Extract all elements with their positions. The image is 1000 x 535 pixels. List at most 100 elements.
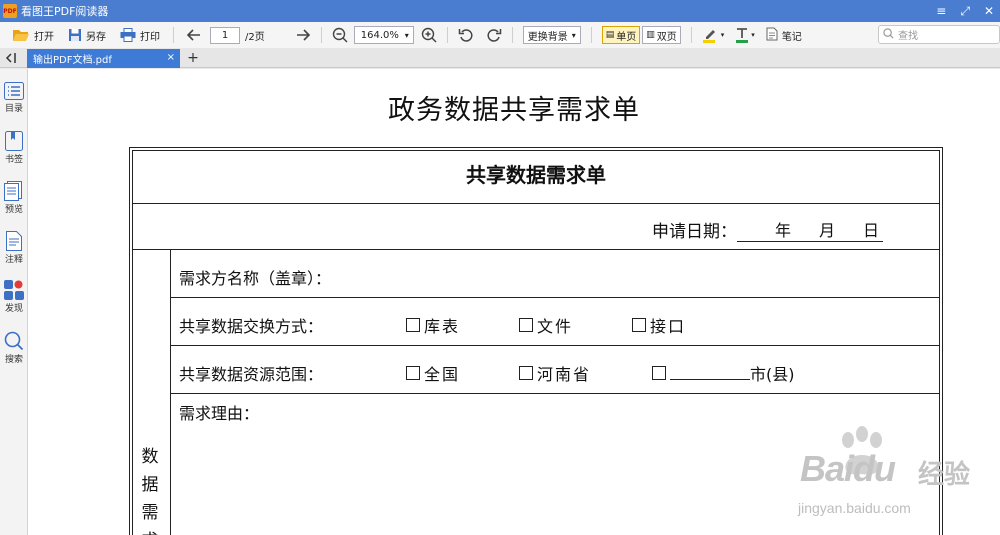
print-button[interactable]: 打印	[117, 24, 163, 46]
sidebar-item-bookmarks[interactable]: 书签	[0, 131, 28, 171]
exchange-option-file[interactable]: 文件	[519, 313, 573, 337]
city-blank[interactable]	[670, 366, 750, 380]
fullscreen-icon[interactable]: ⤢	[960, 4, 970, 19]
side-label-char: 求	[134, 527, 166, 535]
toolbar-divider	[173, 27, 174, 43]
sidebar-item-annotations[interactable]: 注释	[0, 231, 28, 271]
checkbox[interactable]	[406, 366, 420, 380]
scope-option-henan[interactable]: 河南省	[519, 361, 591, 385]
sidebar-item-search[interactable]: 搜索	[0, 331, 28, 371]
document-viewer[interactable]: 政务数据共享需求单 共享数据需求单 申请日期： 年 月 日 需求方名称（盖章）： 共享…	[28, 69, 1000, 535]
highlight-icon[interactable]	[702, 27, 720, 43]
rotate-right-icon[interactable]	[486, 27, 502, 43]
menu-icon[interactable]: ≡	[936, 4, 946, 18]
double-page-label: 双页	[656, 31, 677, 43]
search-input[interactable]: 查找	[878, 25, 1000, 44]
close-tab-icon[interactable]: ×	[167, 52, 175, 63]
annotation-icon	[6, 231, 22, 251]
open-label: 打开	[34, 31, 54, 43]
option-label: 文件	[537, 317, 574, 336]
thumbnail-icon	[4, 181, 22, 201]
add-tab-button[interactable]: +	[186, 49, 200, 67]
table-title: 共享数据需求单	[466, 163, 606, 187]
collapse-sidebar-button[interactable]	[2, 49, 20, 67]
app-title: 看图王PDF阅读器	[21, 5, 109, 18]
left-sidebar: 目录 书签 预览 注释 发现 搜索	[0, 69, 28, 535]
zoom-in-icon[interactable]	[421, 27, 437, 43]
zoom-value: 164.0%	[360, 29, 399, 41]
sidebar-item-label: 注释	[4, 255, 23, 265]
sidebar-item-discover[interactable]: 发现	[0, 280, 28, 320]
toolbar-divider	[320, 27, 322, 43]
page-number-input[interactable]: 1	[210, 26, 240, 44]
close-window-icon[interactable]: ✕	[984, 4, 994, 18]
table-column-divider	[170, 249, 171, 535]
save-icon	[68, 28, 82, 42]
sidebar-item-contents[interactable]: 目录	[0, 82, 28, 122]
zoom-out-icon[interactable]	[332, 27, 348, 43]
rotate-left-icon[interactable]	[458, 27, 474, 43]
resource-scope-label: 共享数据资源范围：	[179, 365, 324, 384]
chevron-down-icon[interactable]: ▾	[721, 31, 725, 39]
exchange-option-table[interactable]: 库表	[406, 313, 460, 337]
next-page-icon[interactable]	[295, 28, 311, 42]
double-page-button[interactable]: ▥ 双页	[642, 26, 681, 44]
previous-page-icon[interactable]	[186, 28, 202, 42]
toolbar-divider	[511, 27, 513, 43]
print-label: 打印	[140, 31, 160, 43]
date-blank[interactable]: 年月日	[737, 217, 883, 242]
sidebar-item-label: 目录	[4, 104, 23, 114]
date-day: 日	[863, 221, 880, 240]
table-divider	[132, 249, 940, 250]
main-toolbar: 打开 另存 打印 1 /2页 164.0% ▾ 更换背景 ▾ ▤ 单页 ▥ 双页…	[0, 22, 1000, 48]
background-label: 更换背景	[527, 31, 568, 43]
bookmark-icon	[5, 131, 23, 151]
document-title: 政务数据共享需求单	[388, 95, 640, 126]
table-divider	[170, 393, 940, 394]
checkbox[interactable]	[632, 318, 646, 332]
sidebar-item-preview[interactable]: 预览	[0, 181, 28, 221]
option-label: 市(县)	[750, 365, 795, 384]
change-background-select[interactable]: 更换背景 ▾	[522, 26, 581, 44]
date-year: 年	[775, 221, 792, 240]
zoom-select[interactable]: 164.0% ▾	[353, 26, 414, 44]
side-label-char: 数	[141, 447, 159, 467]
toolbar-divider	[590, 27, 592, 43]
search-icon	[4, 331, 24, 351]
open-button[interactable]: 打开	[9, 24, 57, 46]
toolbar-divider	[446, 27, 448, 43]
single-page-button[interactable]: ▤ 单页	[601, 26, 641, 44]
side-label-char: 据	[141, 475, 159, 495]
folder-open-icon	[12, 28, 30, 42]
app-logo-icon: PDF	[3, 4, 17, 18]
document-tab[interactable]: 输出PDF文档.pdf ×	[27, 49, 180, 68]
sidebar-item-label: 搜索	[4, 355, 23, 365]
chevron-down-icon: ▾	[571, 30, 576, 40]
date-label: 申请日期：	[652, 222, 737, 242]
exchange-option-api[interactable]: 接口	[632, 313, 686, 337]
checkbox[interactable]	[652, 366, 666, 380]
notes-button[interactable]: 笔记	[763, 24, 805, 46]
side-label-char: 需	[141, 503, 159, 523]
option-label: 库表	[424, 317, 461, 336]
single-page-label: 单页	[616, 31, 637, 43]
search-placeholder: 查找	[898, 31, 918, 42]
save-as-label: 另存	[86, 31, 106, 43]
checkbox[interactable]	[519, 318, 533, 332]
notes-label: 笔记	[781, 31, 802, 43]
discover-icon	[4, 280, 24, 300]
checkbox[interactable]	[406, 318, 420, 332]
document-tab-label: 输出PDF文档.pdf	[33, 55, 112, 66]
watermark-cn: 经验	[918, 460, 971, 490]
checkbox[interactable]	[519, 366, 533, 380]
sidebar-item-label: 书签	[4, 155, 23, 165]
scope-option-national[interactable]: 全国	[406, 361, 460, 385]
save-as-button[interactable]: 另存	[65, 24, 109, 46]
chevron-down-icon[interactable]: ▾	[751, 31, 755, 39]
text-color-icon[interactable]	[734, 27, 750, 43]
date-month: 月	[819, 221, 836, 240]
table-divider	[170, 297, 940, 298]
scope-option-city[interactable]: 市(县)	[652, 361, 795, 385]
document-tab-bar: 输出PDF文档.pdf × +	[0, 48, 1000, 68]
page-total: /2页	[245, 31, 265, 43]
